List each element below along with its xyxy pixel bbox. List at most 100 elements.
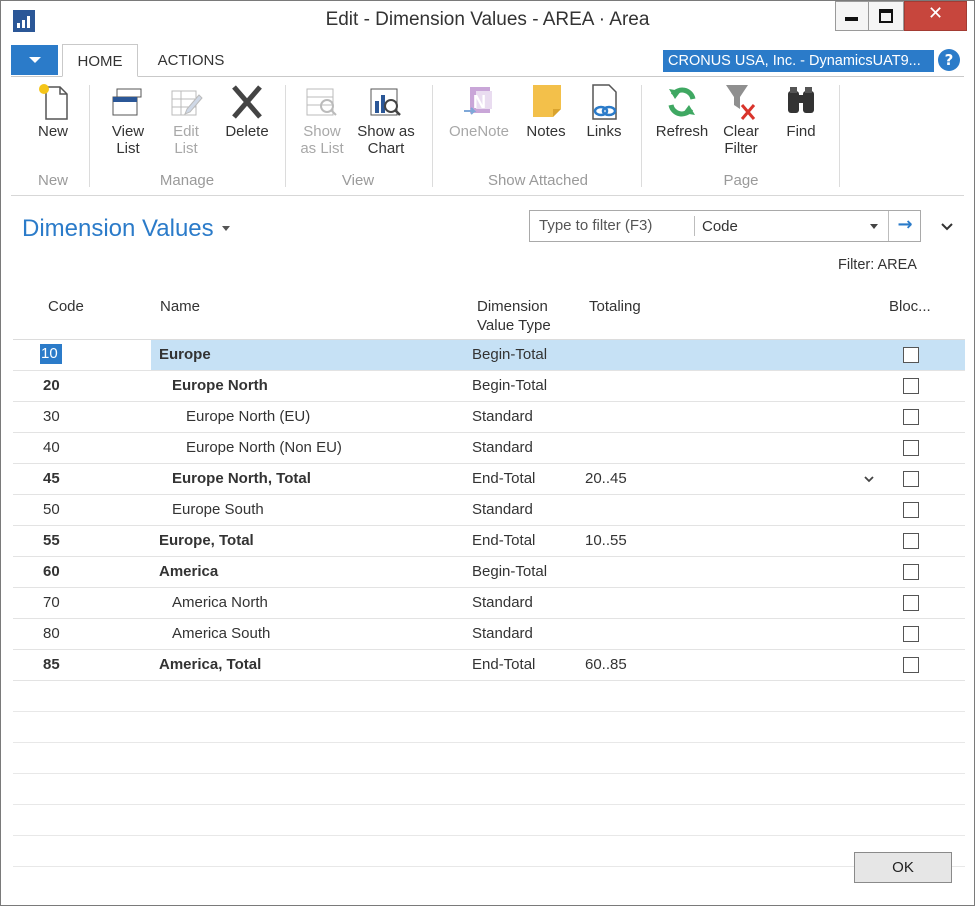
chevron-down-icon[interactable] (870, 224, 878, 229)
table-row[interactable]: 60 America Begin-Total (13, 557, 965, 588)
dimension-value-type-cell[interactable]: Begin-Total (472, 346, 547, 363)
maximize-button[interactable] (868, 1, 904, 31)
code-cell[interactable]: 45 (43, 470, 60, 487)
blocked-checkbox[interactable] (903, 471, 919, 487)
name-cell[interactable]: America, Total (159, 656, 261, 673)
help-icon[interactable]: ? (938, 49, 960, 71)
blocked-checkbox[interactable] (903, 347, 919, 363)
dimension-value-type-cell[interactable]: Begin-Total (472, 377, 547, 394)
table-row[interactable]: 70 America North Standard (13, 588, 965, 619)
table-row[interactable]: 20 Europe North Begin-Total (13, 371, 965, 402)
table-row[interactable]: 80 America South Standard (13, 619, 965, 650)
blocked-checkbox[interactable] (903, 657, 919, 673)
code-cell[interactable]: 55 (43, 532, 60, 549)
code-cell[interactable]: 80 (43, 625, 60, 642)
onenote-button[interactable]: N OneNote (445, 81, 513, 140)
blocked-checkbox[interactable] (903, 595, 919, 611)
name-cell[interactable]: Europe (159, 346, 211, 363)
new-button[interactable]: New (29, 81, 77, 140)
tab-actions[interactable]: ACTIONS (147, 44, 235, 75)
blocked-checkbox[interactable] (903, 626, 919, 642)
blocked-checkbox[interactable] (903, 440, 919, 456)
chevron-down-icon[interactable] (863, 475, 875, 485)
link-icon (587, 81, 621, 121)
code-cell[interactable]: 60 (43, 563, 60, 580)
table-row[interactable]: 50 Europe South Standard (13, 495, 965, 526)
column-header-blocked[interactable]: Bloc... (889, 297, 931, 316)
name-cell[interactable]: Europe South (172, 501, 264, 518)
blocked-checkbox[interactable] (903, 564, 919, 580)
name-cell[interactable]: Europe North (172, 377, 268, 394)
blocked-checkbox[interactable] (903, 533, 919, 549)
totaling-cell[interactable]: 10..55 (585, 532, 627, 549)
dimension-value-type-cell[interactable]: End-Total (472, 656, 535, 673)
code-cell[interactable]: 30 (43, 408, 60, 425)
filter-field-select[interactable]: Code (702, 218, 738, 235)
close-button[interactable]: ✕ (904, 1, 967, 31)
column-header-dimension-value-type[interactable]: Dimension Value Type (477, 297, 551, 335)
table-row[interactable]: 30 Europe North (EU) Standard (13, 402, 965, 433)
links-button[interactable]: Links (579, 81, 629, 140)
totaling-cell[interactable]: 20..45 (585, 470, 627, 487)
app-menu-button[interactable] (11, 45, 58, 75)
dimension-value-type-cell[interactable]: Standard (472, 594, 533, 611)
code-cell[interactable]: 10 (13, 340, 151, 370)
filter-box[interactable]: Type to filter (F3) Code → (529, 210, 921, 242)
edit-list-button[interactable]: Edit List (159, 81, 213, 157)
table-row[interactable]: 10 Europe Begin-Total (13, 340, 965, 371)
totaling-cell[interactable]: 60..85 (585, 656, 627, 673)
table-row[interactable]: 40 Europe North (Non EU) Standard (13, 433, 965, 464)
name-cell[interactable]: America South (172, 625, 270, 642)
name-cell[interactable]: Europe, Total (159, 532, 254, 549)
table-row[interactable]: 55 Europe, Total End-Total 10..55 (13, 526, 965, 557)
code-cell[interactable]: 70 (43, 594, 60, 611)
dimension-value-type-cell[interactable]: End-Total (472, 470, 535, 487)
show-as-chart-button[interactable]: Show as Chart (353, 81, 419, 157)
dimension-value-type-cell[interactable]: Standard (472, 625, 533, 642)
group-new-label: New (37, 172, 68, 189)
empty-row (13, 712, 965, 743)
dimension-value-type-cell[interactable]: Standard (472, 408, 533, 425)
tab-home[interactable]: HOME (62, 44, 138, 77)
dimension-value-type-cell[interactable]: End-Total (472, 532, 535, 549)
name-cell[interactable]: Europe North, Total (172, 470, 311, 487)
blocked-checkbox[interactable] (903, 409, 919, 425)
dimension-value-type-cell[interactable]: Standard (472, 501, 533, 518)
dimension-value-type-cell[interactable]: Standard (472, 439, 533, 456)
blocked-checkbox[interactable] (903, 502, 919, 518)
code-input[interactable]: 10 (40, 344, 62, 364)
code-cell[interactable]: 40 (43, 439, 60, 456)
column-header-name[interactable]: Name (160, 297, 200, 316)
table-row[interactable]: 85 America, Total End-Total 60..85 (13, 650, 965, 681)
company-name[interactable]: CRONUS USA, Inc. - DynamicsUAT9... (663, 50, 934, 72)
refresh-button[interactable]: Refresh (653, 81, 711, 140)
show-as-list-button[interactable]: Show as List (295, 81, 349, 157)
dimension-value-type-cell[interactable]: Begin-Total (472, 563, 547, 580)
ok-button[interactable]: OK (854, 852, 952, 883)
code-cell[interactable]: 20 (43, 377, 60, 394)
filter-input[interactable]: Type to filter (F3) (539, 217, 652, 234)
code-cell[interactable]: 50 (43, 501, 60, 518)
column-header-code[interactable]: Code (48, 297, 84, 316)
delete-button[interactable]: Delete (219, 81, 275, 140)
chevron-down-icon[interactable] (222, 226, 230, 231)
maximize-icon (879, 9, 893, 23)
arrow-right-icon[interactable]: → (888, 211, 921, 241)
name-cell[interactable]: Europe North (EU) (186, 408, 310, 425)
name-cell[interactable]: America (159, 563, 218, 580)
column-header-totaling[interactable]: Totaling (589, 297, 641, 316)
clear-filter-button[interactable]: Clear Filter (715, 81, 767, 157)
name-cell[interactable]: Europe North (Non EU) (186, 439, 342, 456)
page-title[interactable]: Dimension Values (22, 215, 214, 243)
find-button[interactable]: Find (777, 81, 825, 140)
collapse-chevron-icon[interactable] (940, 222, 954, 232)
sticky-note-icon (529, 81, 563, 121)
name-cell[interactable]: America North (172, 594, 268, 611)
table-row[interactable]: 45 Europe North, Total End-Total 20..45 (13, 464, 965, 495)
code-cell[interactable]: 85 (43, 656, 60, 673)
blocked-checkbox[interactable] (903, 378, 919, 394)
view-list-button[interactable]: View List (101, 81, 155, 157)
binoculars-icon (784, 81, 818, 121)
minimize-button[interactable] (835, 1, 869, 31)
notes-button[interactable]: Notes (519, 81, 573, 140)
